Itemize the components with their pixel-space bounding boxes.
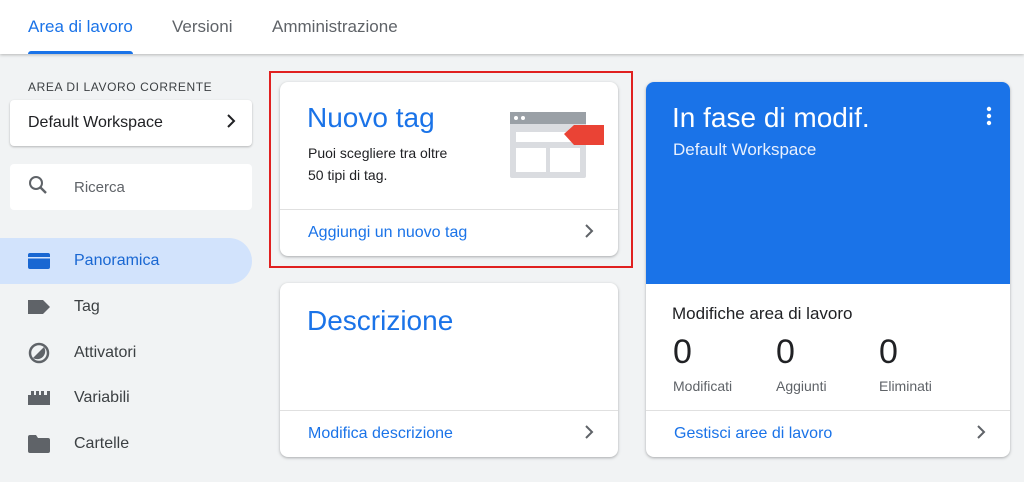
editing-workspace-name: Default Workspace [673,140,817,159]
workspace-name: Default Workspace [28,114,163,131]
edit-description-link[interactable]: Modifica descrizione [280,410,618,457]
sidebar-item-label: Attivatori [74,344,137,361]
chevron-right-icon [584,424,594,444]
sidebar-item-label: Variabili [74,389,130,406]
manage-workspaces-link[interactable]: Gestisci aree di lavoro [646,410,1010,457]
add-new-tag-label: Aggiungi un nuovo tag [308,224,468,241]
new-tag-card: Nuovo tag Puoi scegliere tra oltre 50 ti… [280,82,618,256]
chevron-right-icon [224,113,238,133]
stat-label: Eliminati [879,378,932,394]
current-workspace-label: AREA DI LAVORO CORRENTE [28,80,213,94]
more-vert-icon[interactable] [986,106,992,131]
tag-icon [28,296,50,318]
sidebar-item-variabili[interactable]: Variabili [0,375,252,421]
top-tab-bar: Area di lavoro Versioni Amministrazione [0,0,1024,54]
stat-label: Aggiunti [776,378,827,394]
manage-workspaces-label: Gestisci aree di lavoro [674,425,833,442]
sidebar-item-label: Cartelle [74,435,130,452]
sidebar-item-panoramica[interactable]: Panoramica [0,238,252,284]
stat-value: 0 [776,333,795,371]
description-card: Descrizione Modifica descrizione [280,283,618,457]
search-box [10,164,252,210]
description-line: Puoi scegliere tra oltre [308,145,448,161]
stat-label: Modificati [673,378,733,394]
stat-modified: 0 Modificati [673,332,732,394]
stat-deleted: 0 Eliminati [879,332,932,394]
folder-icon [28,433,50,455]
search-icon [28,175,48,200]
tag-page-illustration [510,112,606,185]
stat-value: 0 [879,333,898,371]
description-line: 50 tipi di tag. [308,167,388,183]
description-title: Descrizione [307,305,454,336]
search-input[interactable] [74,178,234,196]
workspace-editing-card: In fase di modif. Default Workspace Modi… [646,82,1010,457]
edit-description-label: Modifica descrizione [308,425,453,442]
tab-versioni[interactable]: Versioni [172,0,232,54]
trigger-icon [28,342,50,364]
tab-label: Area di lavoro [28,17,133,36]
sidebar-item-label: Panoramica [74,252,160,269]
tab-area-di-lavoro[interactable]: Area di lavoro [28,0,133,54]
stat-added: 0 Aggiunti [776,332,827,394]
stat-value: 0 [673,333,692,371]
tab-label: Versioni [172,17,233,36]
workspace-changes-title: Modifiche area di lavoro [672,304,853,323]
sidebar-item-label: Tag [74,298,100,315]
chevron-right-icon [976,424,986,444]
new-tag-title: Nuovo tag [307,102,435,133]
active-tab-indicator [28,51,133,54]
overview-icon [28,250,50,272]
sidebar-item-attivatori[interactable]: Attivatori [0,330,252,376]
tab-amministrazione[interactable]: Amministrazione [272,0,398,54]
sidebar-item-tag[interactable]: Tag [0,284,252,330]
new-tag-description: Puoi scegliere tra oltre 50 tipi di tag. [308,142,447,186]
chevron-right-icon [584,223,594,243]
tab-label: Amministrazione [272,17,398,36]
sidebar-item-cartelle[interactable]: Cartelle [0,421,252,467]
editing-status-title: In fase di modif. [672,102,870,133]
workspace-selector[interactable]: Default Workspace [10,100,252,146]
add-new-tag-link[interactable]: Aggiungi un nuovo tag [280,209,618,256]
variables-icon [28,387,50,409]
